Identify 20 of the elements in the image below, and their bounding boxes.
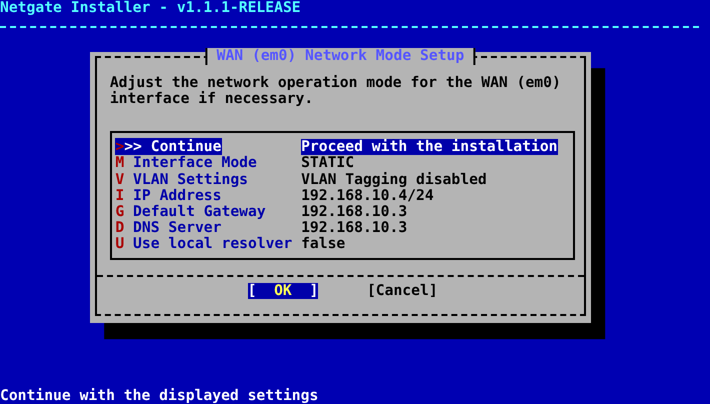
menu-value: 192.168.10.3 [301, 204, 408, 220]
menu-item[interactable]: >>> Continue [115, 138, 222, 156]
menu-value: 192.168.10.4/24 [301, 188, 434, 204]
menu-item[interactable]: D DNS Server [115, 219, 222, 236]
menu-item[interactable]: M Interface Mode [115, 154, 257, 172]
menu-value: 192.168.10.3 [301, 220, 408, 236]
menu-value: false [301, 236, 346, 252]
dialog-message: Adjust the network operation mode for the WAN (em0) interface if necessary. [110, 74, 562, 108]
dialog-title: WAN (em0) Network Mode Setup [206, 48, 476, 65]
menu-item[interactable]: G Default Gateway [115, 202, 266, 220]
ok-button[interactable]: [ OK ] [248, 282, 318, 300]
menu-item[interactable]: U Use local resolver [115, 235, 292, 252]
cancel-button[interactable]: [Cancel] [366, 282, 438, 300]
menu-value: Proceed with the installation [301, 139, 558, 156]
menu-value: STATIC [301, 155, 354, 172]
menu-item[interactable]: I IP Address [115, 186, 222, 204]
menu-item[interactable]: V VLAN Settings [115, 170, 248, 188]
installer-title: Netgate Installer - v1.1.1-RELEASE [0, 0, 301, 16]
menu-value: VLAN Tagging disabled [301, 172, 487, 188]
status-message: Continue with the displayed settings [0, 388, 318, 404]
